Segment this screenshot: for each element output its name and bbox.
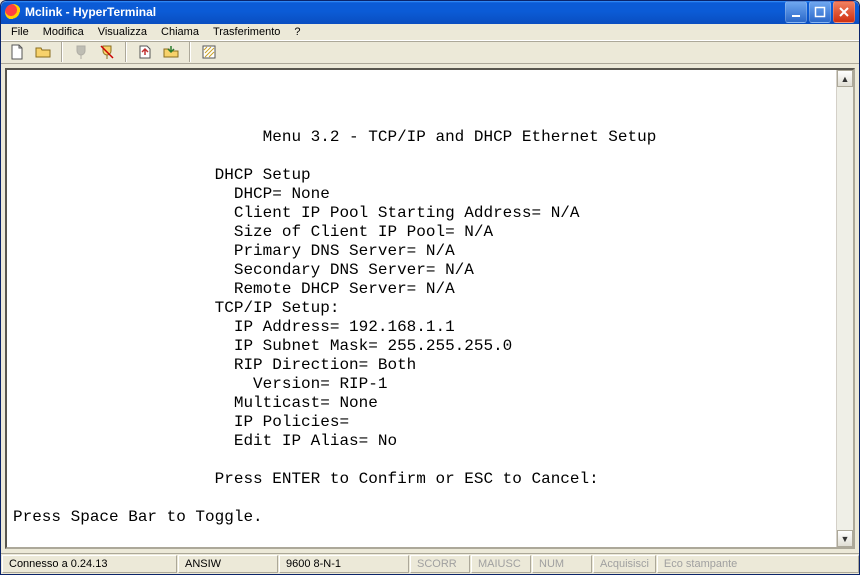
terminal-output[interactable]: Menu 3.2 - TCP/IP and DHCP Ethernet Setu… <box>7 86 836 531</box>
statusbar: Connesso a 0.24.13 ANSIW 9600 8-N-1 SCOR… <box>1 553 859 574</box>
menu-help[interactable]: ? <box>288 24 306 40</box>
minimize-button[interactable] <box>785 1 807 23</box>
menu-visualizza[interactable]: Visualizza <box>92 24 153 40</box>
scroll-down-arrow-icon[interactable]: ▼ <box>837 530 853 547</box>
disconnect-icon[interactable] <box>97 42 117 62</box>
app-icon <box>5 4 21 20</box>
application-window: Mclink - HyperTerminal File Modifica Vis… <box>0 0 860 575</box>
status-maiusc: MAIUSC <box>471 555 531 573</box>
toolbar-separator <box>61 42 63 62</box>
menu-modifica[interactable]: Modifica <box>37 24 90 40</box>
toolbar-separator <box>189 42 191 62</box>
toolbar <box>1 41 859 64</box>
scroll-track[interactable] <box>837 87 853 530</box>
scroll-up-arrow-icon[interactable]: ▲ <box>837 70 853 87</box>
titlebar[interactable]: Mclink - HyperTerminal <box>1 1 859 24</box>
send-icon[interactable] <box>135 42 155 62</box>
new-icon[interactable] <box>7 42 27 62</box>
properties-icon[interactable] <box>199 42 219 62</box>
menubar: File Modifica Visualizza Chiama Trasferi… <box>1 24 859 41</box>
status-scorr: SCORR <box>410 555 470 573</box>
menu-file[interactable]: File <box>5 24 35 40</box>
status-settings: 9600 8-N-1 <box>279 555 409 573</box>
window-title: Mclink - HyperTerminal <box>25 5 785 19</box>
window-controls <box>785 1 855 23</box>
status-num: NUM <box>532 555 592 573</box>
content-area: Menu 3.2 - TCP/IP and DHCP Ethernet Setu… <box>1 64 859 553</box>
maximize-button[interactable] <box>809 1 831 23</box>
toolbar-separator <box>125 42 127 62</box>
status-connection: Connesso a 0.24.13 <box>2 555 177 573</box>
close-button[interactable] <box>833 1 855 23</box>
terminal-frame: Menu 3.2 - TCP/IP and DHCP Ethernet Setu… <box>5 68 855 549</box>
vertical-scrollbar[interactable]: ▲ ▼ <box>836 70 853 547</box>
menu-trasferimento[interactable]: Trasferimento <box>207 24 286 40</box>
status-emulation: ANSIW <box>178 555 278 573</box>
connect-icon[interactable] <box>71 42 91 62</box>
status-acquisisci: Acquisisci <box>593 555 656 573</box>
receive-icon[interactable] <box>161 42 181 62</box>
status-eco: Eco stampante <box>657 555 859 573</box>
menu-chiama[interactable]: Chiama <box>155 24 205 40</box>
open-icon[interactable] <box>33 42 53 62</box>
